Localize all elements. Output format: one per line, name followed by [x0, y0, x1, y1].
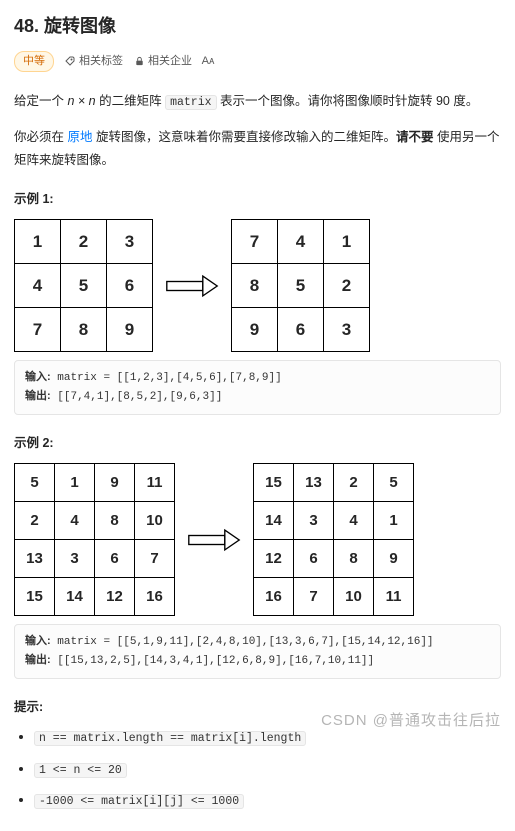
matrix-cell: 15	[15, 578, 55, 616]
matrix-row: 123456789741852963	[14, 219, 501, 352]
constraints-heading: 提示:	[14, 697, 501, 717]
matrix-cell: 1	[374, 502, 414, 540]
matrix-cell: 8	[334, 540, 374, 578]
matrix-cell: 1	[15, 220, 61, 264]
matrix-cell: 12	[95, 578, 135, 616]
matrix-cell: 4	[15, 264, 61, 308]
matrix-cell: 5	[278, 264, 324, 308]
matrix-cell: 1	[55, 464, 95, 502]
matrix-cell: 11	[374, 578, 414, 616]
arrow-icon	[187, 528, 241, 552]
constraint-item: 1 <= n <= 20	[34, 759, 501, 780]
matrix-cell: 13	[15, 540, 55, 578]
matrix-cell: 15	[254, 464, 294, 502]
lock-icon	[133, 56, 145, 68]
tags-link[interactable]: 相关标签	[64, 53, 123, 71]
matrix-cell: 4	[55, 502, 95, 540]
matrix-cell: 6	[107, 264, 153, 308]
description-p1: 给定一个 n × n 的二维矩阵 matrix 表示一个图像。请你将图像顺时针旋…	[14, 90, 501, 114]
tags-label: 相关标签	[79, 53, 123, 71]
matrix-cell: 8	[95, 502, 135, 540]
matrix-cell: 3	[324, 308, 370, 352]
matrix-table: 51911 24810 13367 15141216	[14, 463, 175, 616]
matrix-cell: 12	[254, 540, 294, 578]
io-box: 输入: matrix = [[5,1,9,11],[2,4,8,10],[13,…	[14, 624, 501, 679]
matrix-cell: 4	[334, 502, 374, 540]
matrix-cell: 10	[135, 502, 175, 540]
matrix-cell: 6	[294, 540, 334, 578]
example-block: 示例 2:51911248101336715141216151325143411…	[14, 433, 501, 679]
matrix-cell: 2	[334, 464, 374, 502]
matrix-table: 123 456 789	[14, 219, 153, 352]
matrix-cell: 9	[95, 464, 135, 502]
matrix-cell: 6	[278, 308, 324, 352]
constraints-list: n == matrix.length == matrix[i].length 1 …	[14, 727, 501, 811]
example-label: 示例 1:	[14, 189, 501, 209]
matrix-cell: 7	[135, 540, 175, 578]
matrix-cell: 8	[61, 308, 107, 352]
matrix-table: 741 852 963	[231, 219, 370, 352]
matrix-cell: 14	[55, 578, 95, 616]
constraint-item: n == matrix.length == matrix[i].length	[34, 727, 501, 748]
matrix-cell: 7	[232, 220, 278, 264]
example-label: 示例 2:	[14, 433, 501, 453]
companies-label: 相关企业	[148, 53, 192, 71]
matrix-cell: 2	[324, 264, 370, 308]
matrix-cell: 8	[232, 264, 278, 308]
arrow-icon	[165, 274, 219, 298]
matrix-cell: 1	[324, 220, 370, 264]
difficulty-badge: 中等	[14, 51, 54, 73]
tag-icon	[64, 56, 76, 68]
matrix-cell: 4	[278, 220, 324, 264]
problem-title: 48. 旋转图像	[14, 12, 501, 41]
text-size-icon: Aᴀ	[202, 56, 214, 68]
matrix-cell: 7	[15, 308, 61, 352]
matrix-cell: 10	[334, 578, 374, 616]
matrix-cell: 5	[374, 464, 414, 502]
io-box: 输入: matrix = [[1,2,3],[4,5,6],[7,8,9]] 输…	[14, 360, 501, 415]
matrix-cell: 2	[15, 502, 55, 540]
matrix-row: 5191124810133671514121615132514341126891…	[14, 463, 501, 616]
matrix-cell: 6	[95, 540, 135, 578]
matrix-cell: 16	[254, 578, 294, 616]
matrix-cell: 9	[232, 308, 278, 352]
example-block: 示例 1:123456789741852963输入: matrix = [[1,…	[14, 189, 501, 415]
matrix-cell: 9	[374, 540, 414, 578]
matrix-cell: 9	[107, 308, 153, 352]
constraint-item: -1000 <= matrix[i][j] <= 1000	[34, 790, 501, 811]
text-size-button[interactable]: Aᴀ	[202, 56, 214, 68]
matrix-cell: 14	[254, 502, 294, 540]
matrix-cell: 16	[135, 578, 175, 616]
matrix-table: 151325 14341 12689 1671011	[253, 463, 414, 616]
matrix-cell: 7	[294, 578, 334, 616]
companies-link[interactable]: 相关企业	[133, 53, 192, 71]
matrix-cell: 2	[61, 220, 107, 264]
meta-row: 中等 相关标签 相关企业 Aᴀ	[14, 51, 501, 73]
matrix-cell: 3	[107, 220, 153, 264]
matrix-cell: 3	[55, 540, 95, 578]
matrix-cell: 13	[294, 464, 334, 502]
matrix-cell: 5	[61, 264, 107, 308]
matrix-cell: 5	[15, 464, 55, 502]
matrix-cell: 3	[294, 502, 334, 540]
matrix-cell: 11	[135, 464, 175, 502]
description-p2: 你必须在 原地 旋转图像，这意味着你需要直接修改输入的二维矩阵。请不要 使用另一…	[14, 126, 501, 171]
